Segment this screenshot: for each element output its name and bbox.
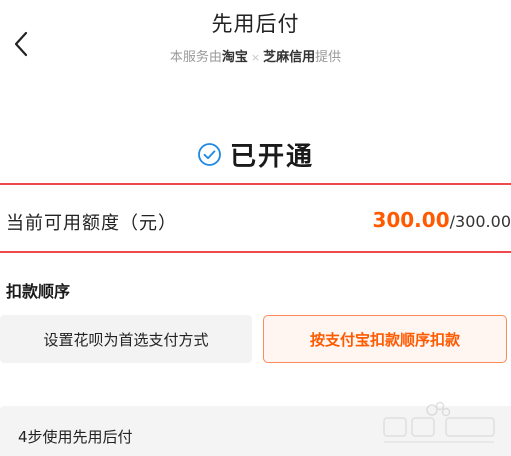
quota-label: 当前可用额度（元） <box>6 213 177 234</box>
subtitle-prefix: 本服务由 <box>169 50 222 65</box>
page-title: 先用后付 <box>211 12 300 36</box>
partner-zhima-credit: 芝麻信用 <box>263 50 316 65</box>
quota-total: /300.00 <box>449 212 511 231</box>
status-text: 已开通 <box>229 141 314 172</box>
quota-current: 300.00 <box>372 208 450 232</box>
subtitle-suffix: 提供 <box>315 50 342 65</box>
service-provider-note: 本服务由淘宝 × 芝麻信用提供 <box>0 46 511 65</box>
partner-taobao: 淘宝 <box>221 50 248 65</box>
deduction-order-title: 扣款顺序 <box>6 282 71 301</box>
check-circle-icon <box>198 142 221 166</box>
activation-status: 已开通 <box>0 136 511 172</box>
available-quota-row: 当前可用额度（元） 300.00/300.00 <box>0 183 511 253</box>
alipay-order-option[interactable]: 按支付宝扣款顺序扣款 <box>263 315 507 363</box>
header: 先用后付 本服务由淘宝 × 芝麻信用提供 <box>0 0 511 80</box>
huabei-preferred-option[interactable]: 设置花呗为首选支付方式 <box>0 315 252 363</box>
partner-separator: × <box>250 51 261 64</box>
watermark-logo <box>383 401 495 443</box>
steps-guide-label: 4步使用先用后付 <box>18 428 133 446</box>
option-label: 按支付宝扣款顺序扣款 <box>309 330 460 349</box>
option-label: 设置花呗为首选支付方式 <box>43 330 209 349</box>
quota-amount: 300.00/300.00 <box>372 208 511 232</box>
